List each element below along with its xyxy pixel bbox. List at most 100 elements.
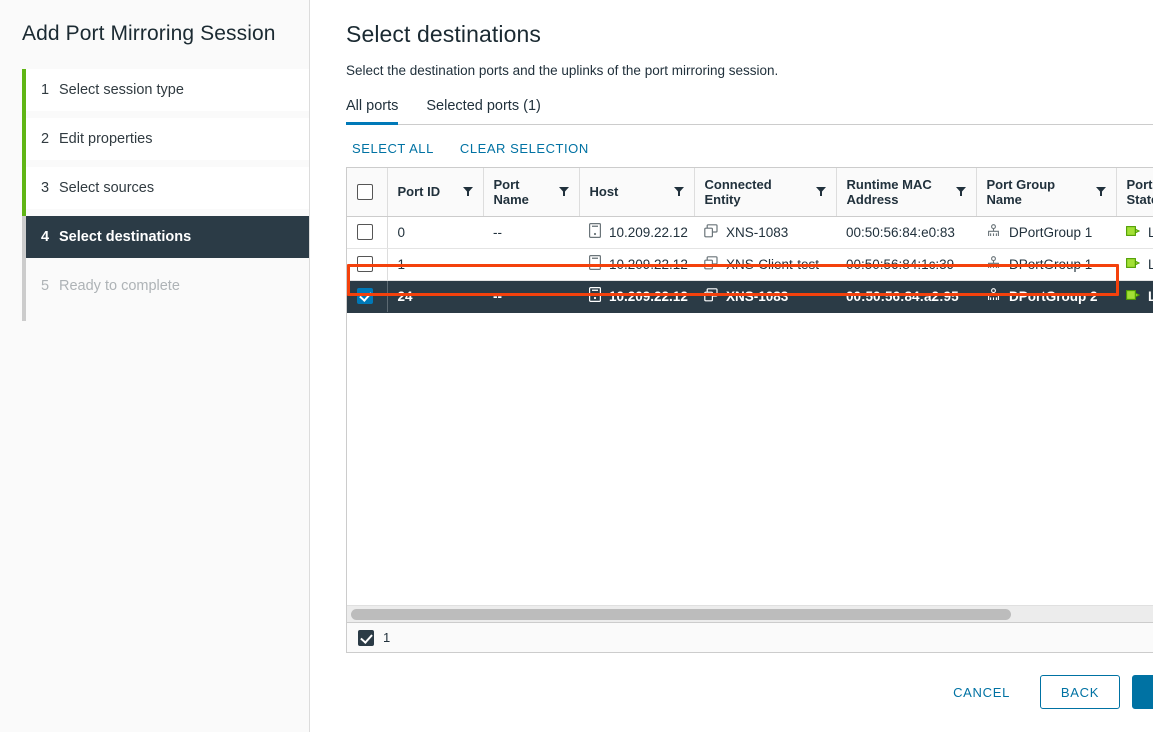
cell-port-name: -- <box>483 216 579 248</box>
cancel-button[interactable]: CANCEL <box>935 675 1028 709</box>
cell-connected-entity: XNS-Client-test <box>694 248 836 280</box>
sidebar-step-2[interactable]: 2 Edit properties <box>26 118 309 160</box>
step-label: Select sources <box>59 180 154 196</box>
cell-port-group: DPortGroup 1 <box>976 216 1116 248</box>
cell-port-state-text: Li <box>1148 289 1153 304</box>
table-row[interactable]: 0 -- 10.209.22.12 <box>347 216 1153 248</box>
header-label: Host <box>590 184 619 199</box>
header-port-name: Port Name <box>483 168 579 216</box>
cell-host-text: 10.209.22.12 <box>609 225 688 240</box>
next-button[interactable]: NEXT <box>1132 675 1153 709</box>
table-row-selected[interactable]: 24 -- 10.209.22.12 <box>347 280 1153 312</box>
link-up-icon <box>1126 225 1140 240</box>
tab-selected-ports[interactable]: Selected ports (1) <box>426 98 540 125</box>
header-select-all-cell <box>347 168 387 216</box>
sidebar-step-4[interactable]: 4 Select destinations <box>26 216 309 258</box>
tab-all-ports[interactable]: All ports <box>346 98 398 125</box>
select-all-checkbox[interactable] <box>357 184 373 200</box>
distributed-port-group-icon <box>986 288 1001 304</box>
page-subtitle: Select the destination ports and the upl… <box>346 63 1153 78</box>
scrollbar-thumb[interactable] <box>351 609 1011 620</box>
step-number: 5 <box>41 278 59 294</box>
cell-port-id: 0 <box>387 216 483 248</box>
step-number: 1 <box>41 82 59 98</box>
cell-connected-entity-text: XNS-1083 <box>726 225 788 240</box>
cell-port-name: -- <box>483 248 579 280</box>
row-select-cell <box>347 280 387 312</box>
cell-port-state-text: Li <box>1148 257 1153 272</box>
virtual-machine-icon <box>704 288 718 305</box>
step-label: Edit properties <box>59 131 153 147</box>
cell-host: 10.209.22.12 <box>579 216 694 248</box>
wizard-sidebar: Add Port Mirroring Session 1 Select sess… <box>0 0 310 732</box>
cell-port-state: Li <box>1116 280 1153 312</box>
step-label: Select session type <box>59 82 184 98</box>
back-button[interactable]: BACK <box>1040 675 1120 709</box>
filter-icon[interactable] <box>1096 184 1106 199</box>
footer-selection-checkbox[interactable] <box>358 630 374 646</box>
wizard-step-list: 1 Select session type 2 Edit properties … <box>0 69 309 307</box>
link-up-icon <box>1126 257 1140 272</box>
header-label: Port Name <box>494 177 529 207</box>
header-runtime-mac-address: Runtime MAC Address <box>836 168 976 216</box>
wizard-title: Add Port Mirroring Session <box>0 0 309 48</box>
sidebar-step-5: 5 Ready to complete <box>26 265 309 307</box>
virtual-machine-icon <box>704 256 718 273</box>
select-all-button[interactable]: SELECT ALL <box>352 141 434 156</box>
cell-port-state: Li <box>1116 248 1153 280</box>
header-label: Port State <box>1127 177 1153 207</box>
filter-icon[interactable] <box>956 184 966 199</box>
cell-connected-entity-text: XNS-Client-test <box>726 257 819 272</box>
cell-connected-entity: XNS-1083 <box>694 280 836 312</box>
cell-connected-entity-text: XNS-1083 <box>726 289 788 304</box>
row-checkbox[interactable] <box>357 224 373 240</box>
header-label: Port Group Name <box>987 177 1056 207</box>
step-number: 2 <box>41 131 59 147</box>
cell-port-id: 1 <box>387 248 483 280</box>
cell-host: 10.209.22.12 <box>579 280 694 312</box>
clear-selection-button[interactable]: CLEAR SELECTION <box>460 141 589 156</box>
sidebar-step-1[interactable]: 1 Select session type <box>26 69 309 111</box>
host-icon <box>589 287 601 305</box>
cell-host-text: 10.209.22.12 <box>609 289 688 304</box>
footer-selected-count: 1 <box>383 630 390 645</box>
header-port-id: Port ID <box>387 168 483 216</box>
cell-host: 10.209.22.12 <box>579 248 694 280</box>
cell-port-group-text: DPortGroup 2 <box>1009 289 1098 304</box>
cell-port-group-text: DPortGroup 1 <box>1009 225 1092 240</box>
cell-port-group-text: DPortGroup 1 <box>1009 257 1092 272</box>
distributed-port-group-icon <box>986 224 1001 240</box>
cell-port-group: DPortGroup 1 <box>976 248 1116 280</box>
step-label: Ready to complete <box>59 278 180 294</box>
row-checkbox[interactable] <box>357 256 373 272</box>
tab-bar: All ports Selected ports (1) <box>346 97 1153 125</box>
ports-table: Port ID Port Name <box>347 168 1153 313</box>
filter-icon[interactable] <box>674 184 684 199</box>
header-label: Port ID <box>398 184 441 199</box>
header-connected-entity: Connected Entity <box>694 168 836 216</box>
filter-icon[interactable] <box>816 184 826 199</box>
row-select-cell <box>347 248 387 280</box>
row-checkbox[interactable] <box>357 288 373 304</box>
filter-icon[interactable] <box>559 184 569 199</box>
cell-port-state: Li <box>1116 216 1153 248</box>
cell-port-id: 24 <box>387 280 483 312</box>
host-icon <box>589 255 601 273</box>
step-number: 3 <box>41 180 59 196</box>
virtual-machine-icon <box>704 224 718 241</box>
cell-port-name: -- <box>483 280 579 312</box>
dialog-action-bar: CANCEL BACK NEXT <box>346 675 1153 709</box>
host-icon <box>589 223 601 241</box>
filter-icon[interactable] <box>463 184 473 199</box>
cell-mac-address: 00:50:56:84:1c:39 <box>836 248 976 280</box>
cell-connected-entity: XNS-1083 <box>694 216 836 248</box>
cell-mac-address: 00:50:56:84:a2:95 <box>836 280 976 312</box>
table-row[interactable]: 1 -- 10.209.22.12 <box>347 248 1153 280</box>
table-footer: 1 3 items <box>347 622 1153 652</box>
main-content: Select destinations Select the destinati… <box>310 0 1153 732</box>
horizontal-scrollbar[interactable] <box>347 605 1153 622</box>
sidebar-step-3[interactable]: 3 Select sources <box>26 167 309 209</box>
cell-mac-address: 00:50:56:84:e0:83 <box>836 216 976 248</box>
wizard-dialog: Add Port Mirroring Session 1 Select sess… <box>0 0 1153 732</box>
table-action-bar: SELECT ALL CLEAR SELECTION <box>352 141 1153 156</box>
